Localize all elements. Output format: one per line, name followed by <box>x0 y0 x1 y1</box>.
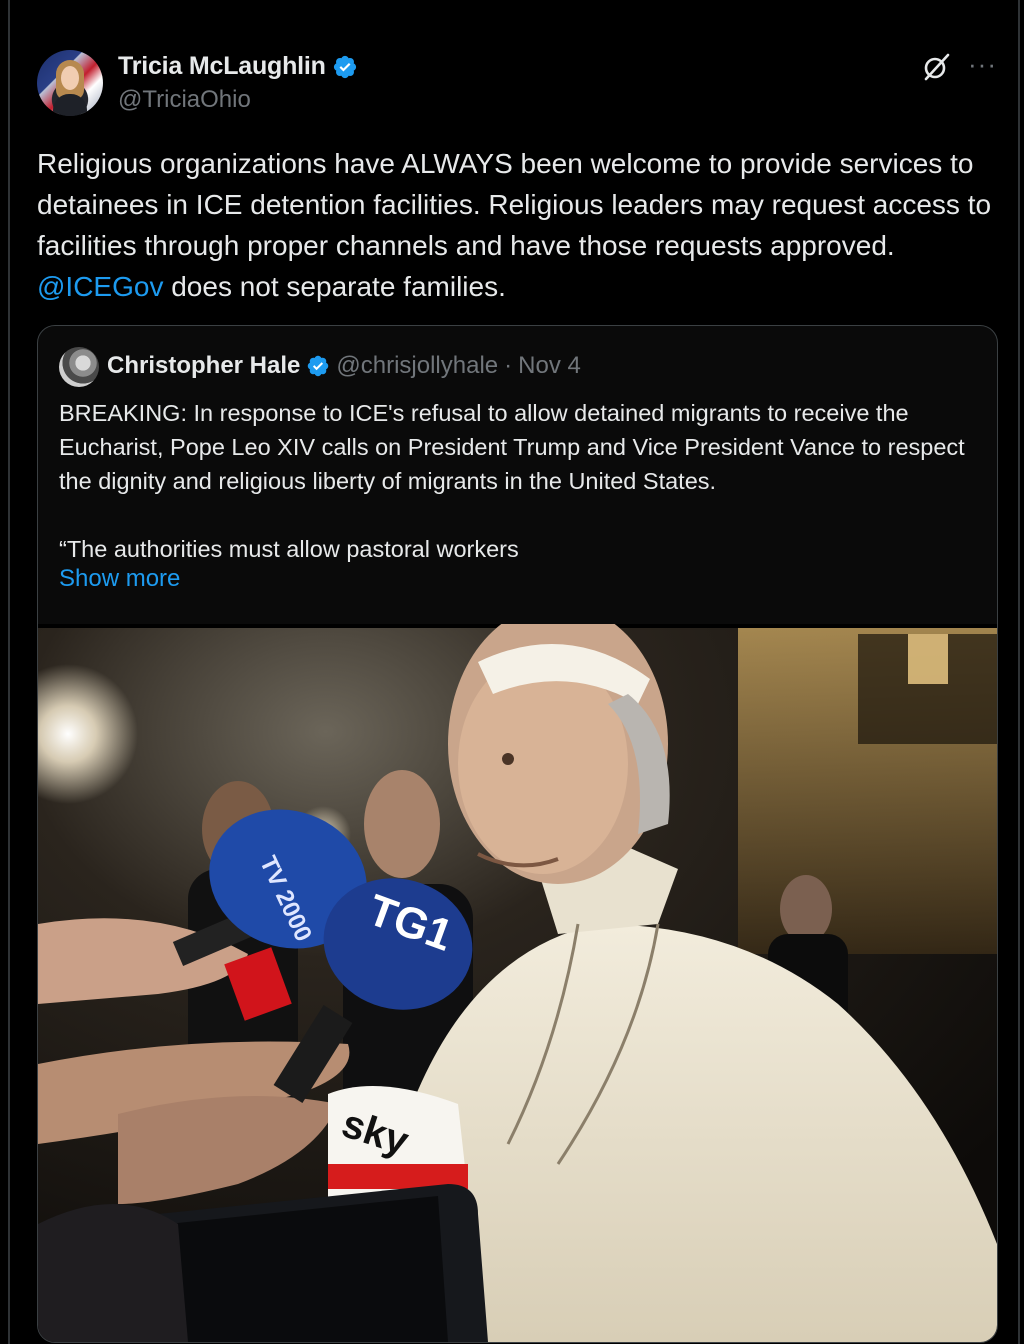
tweet-text: Religious organizations have ALWAYS been… <box>37 143 997 307</box>
meta-separator: · <box>504 352 513 379</box>
column-border-left <box>8 0 10 1344</box>
avatar-body <box>53 94 87 116</box>
quoted-tweet-photo[interactable]: TV 2000 TG1 sky <box>38 624 997 1342</box>
quoted-tweet-header: Christopher Hale @chrisjollyhale · Nov 4 <box>107 352 581 380</box>
more-options-icon[interactable]: ··· <box>968 51 997 77</box>
quoted-author-handle[interactable]: @chrisjollyhale <box>336 352 498 380</box>
tweet-view: Tricia McLaughlin @TriciaOhio ··· Religi… <box>0 0 1024 1344</box>
tweet-text-body: Religious organizations have ALWAYS been… <box>37 148 992 261</box>
quoted-tweet-text: BREAKING: In response to ICE's refusal t… <box>59 400 965 562</box>
verified-badge-icon <box>308 355 329 377</box>
column-border-right <box>1018 0 1020 1344</box>
tweet-text-tail: does not separate families. <box>163 271 506 302</box>
mention-link[interactable]: @ICEGov <box>37 271 163 302</box>
author-name-row: Tricia McLaughlin <box>118 52 358 81</box>
show-more-link[interactable]: Show more <box>59 565 180 593</box>
quoted-author-display-name[interactable]: Christopher Hale <box>107 352 300 380</box>
grok-icon[interactable] <box>921 52 951 82</box>
quoted-author-avatar[interactable] <box>59 347 99 387</box>
avatar-face <box>61 66 79 90</box>
author-avatar[interactable] <box>37 50 103 116</box>
quoted-tweet-date[interactable]: Nov 4 <box>518 352 581 380</box>
author-handle[interactable]: @TriciaOhio <box>118 86 251 114</box>
author-display-name[interactable]: Tricia McLaughlin <box>118 52 326 81</box>
quoted-tweet-card[interactable]: Christopher Hale @chrisjollyhale · Nov 4… <box>37 325 998 1343</box>
verified-badge-icon <box>333 55 356 78</box>
photo-illustration: TV 2000 TG1 sky <box>38 624 997 1342</box>
